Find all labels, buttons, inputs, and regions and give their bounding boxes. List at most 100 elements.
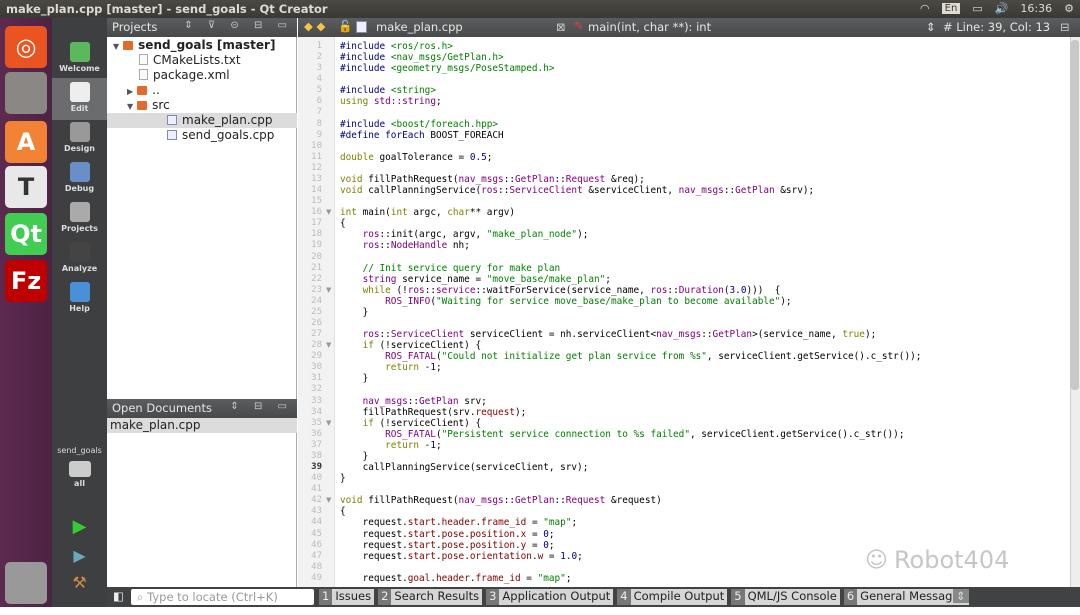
expand-arrow-icon[interactable]: ▶ <box>127 87 133 96</box>
mode-edit[interactable]: Edit <box>52 78 107 120</box>
build-hammer-button[interactable]: ⚒ <box>52 573 107 615</box>
scrollbar-thumb[interactable] <box>1071 40 1079 390</box>
output-tab-search-results[interactable]: 2 Search Results <box>378 589 483 605</box>
code-token: if <box>362 340 374 352</box>
code-token: - <box>419 362 431 374</box>
more-tabs-icon[interactable]: ⇕ <box>953 589 969 603</box>
kit-selector[interactable]: send_goalsall <box>52 446 107 506</box>
tree-item[interactable]: ▼ src <box>107 98 297 113</box>
kit-config: all <box>74 479 85 488</box>
split-icon[interactable]: ⊟ <box>1060 20 1070 34</box>
file-selector[interactable]: make_plan.cpp <box>376 20 463 34</box>
fold-marker-icon[interactable]: ▼ <box>326 208 331 216</box>
launcher-software-center-icon[interactable]: A <box>5 121 47 163</box>
top-panel: make_plan.cpp [master] - send_goals - Qt… <box>0 0 1080 18</box>
code-token: <ros/ros.h> <box>390 41 453 52</box>
wechat-icon: ☺ <box>865 547 888 573</box>
launcher-files-icon[interactable] <box>5 72 47 114</box>
fold-marker-icon[interactable]: ▼ <box>326 286 331 294</box>
line-number: 28 <box>311 340 322 351</box>
code-editor[interactable]: 1 2 3 4 5 6 7 8 9 10 11 12 13 14 15 16 ▼ 17 18 19 20 21 22 23 ▼ 2… <box>298 37 1070 587</box>
code-line: request.start.pose.orientation.w = 1.0; <box>340 551 583 562</box>
fold-marker-icon[interactable]: ▼ <box>326 496 331 504</box>
tree-item[interactable]: send_goals.cpp <box>107 128 297 143</box>
projects-tools[interactable]: ⇕ ⊽ ⊝ ⊟ ▭ <box>184 20 293 31</box>
code-token: nav_msgs <box>458 173 504 185</box>
code-line: nav_msgs::GetPlan srv; <box>340 396 487 407</box>
launcher-filezilla-icon[interactable]: Fz <box>5 260 47 302</box>
code-line: { <box>340 218 346 229</box>
file-icon <box>139 54 148 65</box>
tree-item[interactable]: make_plan.cpp <box>107 113 297 128</box>
battery-icon[interactable]: ▭ <box>972 2 982 15</box>
projects-header[interactable]: Projects ⇕ ⊽ ⊝ ⊟ ▭ <box>107 18 297 37</box>
code-token: void <box>340 495 363 507</box>
code-token: :: <box>667 284 679 296</box>
output-tab-compile-output[interactable]: 4 Compile Output <box>617 589 728 605</box>
code-token: ))) { <box>746 284 781 296</box>
mode-analyze[interactable]: Analyze <box>52 238 107 280</box>
code-token: request. <box>340 539 408 551</box>
clock[interactable]: 16:36 <box>1020 2 1052 15</box>
line-number: 18 <box>311 229 322 240</box>
code-token: ); <box>514 406 527 418</box>
mode-debug[interactable]: Debug <box>52 158 107 200</box>
output-tab-issues[interactable]: 1 Issues <box>319 589 375 605</box>
volume-icon[interactable]: 🔊 <box>995 2 1009 15</box>
line-col-indicator[interactable]: ⇕ # Line: 39, Col: 13 <box>926 20 1050 34</box>
output-tab-general-messages[interactable]: 6 General Messages <box>843 589 969 605</box>
back-forward-icons[interactable]: ◆ ◆ <box>304 19 325 33</box>
tree-item-label: send_goals [master] <box>138 38 276 52</box>
launcher-ubuntu-icon[interactable]: ◎ <box>5 26 47 68</box>
tree-item[interactable]: CMakeLists.txt <box>107 53 297 68</box>
tree-item[interactable]: package.xml <box>107 68 297 83</box>
line-number: 19 <box>311 240 322 251</box>
tree-item[interactable]: ▼ send_goals [master] <box>107 38 297 53</box>
open-document-item[interactable]: make_plan.cpp <box>107 418 297 433</box>
tree-item[interactable]: ▶.. <box>107 83 297 98</box>
line-number: 33 <box>311 395 322 406</box>
line-number: 6 <box>316 96 322 107</box>
code-line: // Init service query for make plan <box>340 263 561 274</box>
open-documents-tools[interactable]: ⇕ ⊟ ▭ <box>230 401 293 412</box>
code-line: } <box>340 307 369 318</box>
code-line: #include <geometry_msgs/PoseStamped.h> <box>340 63 555 74</box>
locator-input[interactable]: ⌕ Type to locate (Ctrl+K) <box>131 589 314 605</box>
mode-design[interactable]: Design <box>52 118 107 160</box>
code-token: void <box>340 185 363 197</box>
output-tab-application-output[interactable]: 3 Application Output <box>486 589 614 605</box>
launcher-text-editor-icon[interactable]: T <box>5 166 47 208</box>
toggle-sidebar-icon[interactable]: ◧ <box>113 589 124 603</box>
cpp-file-icon <box>167 130 177 140</box>
code-token: . <box>469 572 476 584</box>
fold-marker-icon[interactable]: ▼ <box>326 419 331 427</box>
code-token: } <box>340 450 369 462</box>
output-tab-qml-js-console[interactable]: 5 QML/JS Console <box>731 589 840 605</box>
expand-arrow-icon[interactable]: ▼ <box>127 102 133 111</box>
code-token: start <box>407 528 436 540</box>
close-file-icon[interactable]: ⊠ <box>556 20 566 34</box>
launcher-qt-creator-icon[interactable]: Qt <box>5 213 47 255</box>
kit-project: send_goals <box>57 446 102 455</box>
code-token: :: <box>379 240 391 252</box>
symbol-selector[interactable]: main(int, char **): int <box>588 20 711 34</box>
launcher-trash-icon[interactable] <box>5 562 47 604</box>
line-number: 47 <box>311 550 322 561</box>
line-number-gutter: 1 2 3 4 5 6 7 8 9 10 11 12 13 14 15 16 ▼ 17 18 19 20 21 22 23 ▼ 2… <box>298 37 335 587</box>
tree-item-label: src <box>152 98 170 112</box>
open-documents-header[interactable]: Open Documents ⇕ ⊟ ▭ <box>107 399 297 418</box>
code-token: frame_id <box>475 572 521 584</box>
mode-welcome[interactable]: Welcome <box>52 38 107 80</box>
mode-help[interactable]: Help <box>52 278 107 320</box>
code-token: #include <box>340 118 391 130</box>
code-token: #include <box>340 52 391 64</box>
wifi-icon[interactable]: ◠ <box>920 2 930 15</box>
fold-marker-icon[interactable]: ▼ <box>326 341 331 349</box>
expand-arrow-icon[interactable]: ▼ <box>113 42 119 51</box>
power-gear-icon[interactable]: ⚙ <box>1064 2 1074 15</box>
keyboard-layout[interactable]: En <box>941 3 961 14</box>
mode-projects[interactable]: Projects <box>52 198 107 240</box>
code-token: ros <box>362 240 380 252</box>
code-token: :: <box>379 329 391 341</box>
